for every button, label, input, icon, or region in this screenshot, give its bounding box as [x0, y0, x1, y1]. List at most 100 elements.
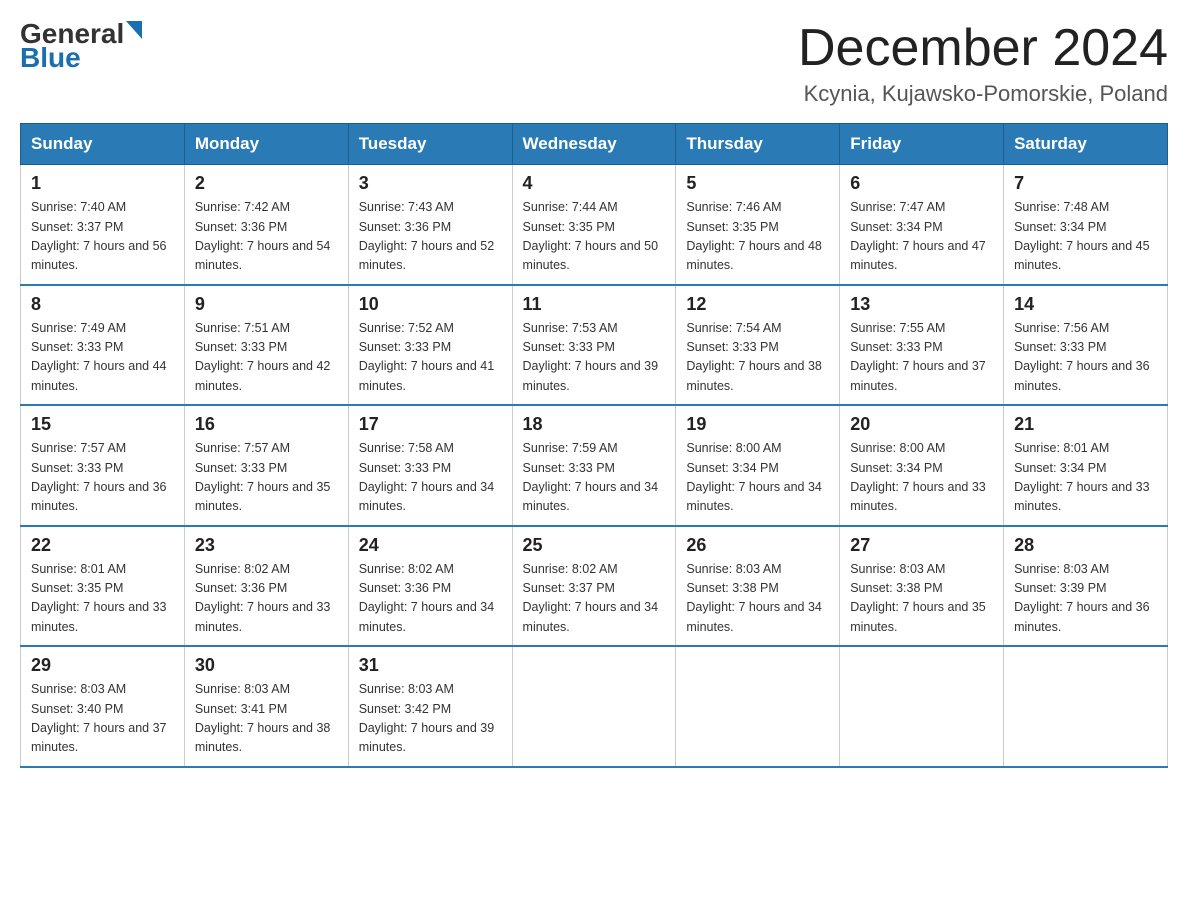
- logo-triangle-icon: [126, 21, 142, 39]
- day-info: Sunrise: 7:51 AMSunset: 3:33 PMDaylight:…: [195, 321, 331, 393]
- day-number: 14: [1014, 294, 1157, 315]
- calendar-cell: 6 Sunrise: 7:47 AMSunset: 3:34 PMDayligh…: [840, 165, 1004, 285]
- day-number: 9: [195, 294, 338, 315]
- day-info: Sunrise: 7:58 AMSunset: 3:33 PMDaylight:…: [359, 441, 495, 513]
- day-number: 1: [31, 173, 174, 194]
- day-info: Sunrise: 8:00 AMSunset: 3:34 PMDaylight:…: [850, 441, 986, 513]
- header-sunday: Sunday: [21, 124, 185, 165]
- day-number: 31: [359, 655, 502, 676]
- calendar-cell: 28 Sunrise: 8:03 AMSunset: 3:39 PMDaylig…: [1004, 526, 1168, 647]
- calendar-cell: 20 Sunrise: 8:00 AMSunset: 3:34 PMDaylig…: [840, 405, 1004, 526]
- day-info: Sunrise: 7:49 AMSunset: 3:33 PMDaylight:…: [31, 321, 167, 393]
- header-monday: Monday: [184, 124, 348, 165]
- day-info: Sunrise: 7:56 AMSunset: 3:33 PMDaylight:…: [1014, 321, 1150, 393]
- calendar-cell: 29 Sunrise: 8:03 AMSunset: 3:40 PMDaylig…: [21, 646, 185, 767]
- day-number: 6: [850, 173, 993, 194]
- day-number: 8: [31, 294, 174, 315]
- calendar-cell: 23 Sunrise: 8:02 AMSunset: 3:36 PMDaylig…: [184, 526, 348, 647]
- day-info: Sunrise: 8:03 AMSunset: 3:40 PMDaylight:…: [31, 682, 167, 754]
- day-info: Sunrise: 8:00 AMSunset: 3:34 PMDaylight:…: [686, 441, 822, 513]
- calendar-title: December 2024: [798, 20, 1168, 77]
- day-info: Sunrise: 7:43 AMSunset: 3:36 PMDaylight:…: [359, 200, 495, 272]
- day-number: 2: [195, 173, 338, 194]
- calendar-cell: 25 Sunrise: 8:02 AMSunset: 3:37 PMDaylig…: [512, 526, 676, 647]
- day-number: 11: [523, 294, 666, 315]
- day-number: 5: [686, 173, 829, 194]
- day-number: 25: [523, 535, 666, 556]
- day-info: Sunrise: 7:54 AMSunset: 3:33 PMDaylight:…: [686, 321, 822, 393]
- day-number: 26: [686, 535, 829, 556]
- day-info: Sunrise: 8:03 AMSunset: 3:38 PMDaylight:…: [686, 562, 822, 634]
- day-info: Sunrise: 8:03 AMSunset: 3:41 PMDaylight:…: [195, 682, 331, 754]
- calendar-cell: 30 Sunrise: 8:03 AMSunset: 3:41 PMDaylig…: [184, 646, 348, 767]
- week-row-2: 8 Sunrise: 7:49 AMSunset: 3:33 PMDayligh…: [21, 285, 1168, 406]
- day-number: 12: [686, 294, 829, 315]
- day-info: Sunrise: 8:02 AMSunset: 3:36 PMDaylight:…: [359, 562, 495, 634]
- day-number: 3: [359, 173, 502, 194]
- calendar-cell: 14 Sunrise: 7:56 AMSunset: 3:33 PMDaylig…: [1004, 285, 1168, 406]
- calendar-cell: 13 Sunrise: 7:55 AMSunset: 3:33 PMDaylig…: [840, 285, 1004, 406]
- calendar-table: SundayMondayTuesdayWednesdayThursdayFrid…: [20, 123, 1168, 768]
- week-row-3: 15 Sunrise: 7:57 AMSunset: 3:33 PMDaylig…: [21, 405, 1168, 526]
- day-info: Sunrise: 7:42 AMSunset: 3:36 PMDaylight:…: [195, 200, 331, 272]
- calendar-cell: 22 Sunrise: 8:01 AMSunset: 3:35 PMDaylig…: [21, 526, 185, 647]
- week-row-4: 22 Sunrise: 8:01 AMSunset: 3:35 PMDaylig…: [21, 526, 1168, 647]
- day-info: Sunrise: 7:57 AMSunset: 3:33 PMDaylight:…: [195, 441, 331, 513]
- day-info: Sunrise: 7:53 AMSunset: 3:33 PMDaylight:…: [523, 321, 659, 393]
- calendar-cell: 10 Sunrise: 7:52 AMSunset: 3:33 PMDaylig…: [348, 285, 512, 406]
- day-info: Sunrise: 7:57 AMSunset: 3:33 PMDaylight:…: [31, 441, 167, 513]
- calendar-cell: 1 Sunrise: 7:40 AMSunset: 3:37 PMDayligh…: [21, 165, 185, 285]
- calendar-cell: 17 Sunrise: 7:58 AMSunset: 3:33 PMDaylig…: [348, 405, 512, 526]
- day-info: Sunrise: 8:02 AMSunset: 3:36 PMDaylight:…: [195, 562, 331, 634]
- calendar-cell: [676, 646, 840, 767]
- day-info: Sunrise: 8:03 AMSunset: 3:42 PMDaylight:…: [359, 682, 495, 754]
- calendar-cell: 19 Sunrise: 8:00 AMSunset: 3:34 PMDaylig…: [676, 405, 840, 526]
- header-friday: Friday: [840, 124, 1004, 165]
- day-number: 19: [686, 414, 829, 435]
- day-number: 10: [359, 294, 502, 315]
- header-row: SundayMondayTuesdayWednesdayThursdayFrid…: [21, 124, 1168, 165]
- day-info: Sunrise: 7:46 AMSunset: 3:35 PMDaylight:…: [686, 200, 822, 272]
- day-number: 27: [850, 535, 993, 556]
- day-info: Sunrise: 7:59 AMSunset: 3:33 PMDaylight:…: [523, 441, 659, 513]
- day-info: Sunrise: 8:01 AMSunset: 3:34 PMDaylight:…: [1014, 441, 1150, 513]
- logo-blue-text: Blue: [20, 44, 81, 72]
- day-number: 22: [31, 535, 174, 556]
- calendar-cell: 27 Sunrise: 8:03 AMSunset: 3:38 PMDaylig…: [840, 526, 1004, 647]
- calendar-cell: 16 Sunrise: 7:57 AMSunset: 3:33 PMDaylig…: [184, 405, 348, 526]
- week-row-5: 29 Sunrise: 8:03 AMSunset: 3:40 PMDaylig…: [21, 646, 1168, 767]
- calendar-cell: 24 Sunrise: 8:02 AMSunset: 3:36 PMDaylig…: [348, 526, 512, 647]
- day-info: Sunrise: 7:40 AMSunset: 3:37 PMDaylight:…: [31, 200, 167, 272]
- header-wednesday: Wednesday: [512, 124, 676, 165]
- day-info: Sunrise: 7:44 AMSunset: 3:35 PMDaylight:…: [523, 200, 659, 272]
- calendar-cell: 9 Sunrise: 7:51 AMSunset: 3:33 PMDayligh…: [184, 285, 348, 406]
- day-info: Sunrise: 7:47 AMSunset: 3:34 PMDaylight:…: [850, 200, 986, 272]
- calendar-cell: 4 Sunrise: 7:44 AMSunset: 3:35 PMDayligh…: [512, 165, 676, 285]
- page-header: General Blue December 2024 Kcynia, Kujaw…: [20, 20, 1168, 107]
- calendar-cell: 15 Sunrise: 7:57 AMSunset: 3:33 PMDaylig…: [21, 405, 185, 526]
- day-number: 7: [1014, 173, 1157, 194]
- day-number: 23: [195, 535, 338, 556]
- logo: General Blue: [20, 20, 142, 72]
- calendar-subtitle: Kcynia, Kujawsko-Pomorskie, Poland: [798, 81, 1168, 107]
- calendar-cell: 21 Sunrise: 8:01 AMSunset: 3:34 PMDaylig…: [1004, 405, 1168, 526]
- calendar-cell: 8 Sunrise: 7:49 AMSunset: 3:33 PMDayligh…: [21, 285, 185, 406]
- calendar-cell: 7 Sunrise: 7:48 AMSunset: 3:34 PMDayligh…: [1004, 165, 1168, 285]
- calendar-cell: [1004, 646, 1168, 767]
- calendar-cell: 5 Sunrise: 7:46 AMSunset: 3:35 PMDayligh…: [676, 165, 840, 285]
- day-number: 20: [850, 414, 993, 435]
- day-info: Sunrise: 8:02 AMSunset: 3:37 PMDaylight:…: [523, 562, 659, 634]
- day-number: 13: [850, 294, 993, 315]
- header-thursday: Thursday: [676, 124, 840, 165]
- day-info: Sunrise: 8:01 AMSunset: 3:35 PMDaylight:…: [31, 562, 167, 634]
- day-number: 16: [195, 414, 338, 435]
- title-section: December 2024 Kcynia, Kujawsko-Pomorskie…: [798, 20, 1168, 107]
- day-number: 29: [31, 655, 174, 676]
- day-info: Sunrise: 8:03 AMSunset: 3:38 PMDaylight:…: [850, 562, 986, 634]
- calendar-cell: [512, 646, 676, 767]
- calendar-cell: 3 Sunrise: 7:43 AMSunset: 3:36 PMDayligh…: [348, 165, 512, 285]
- day-number: 30: [195, 655, 338, 676]
- day-info: Sunrise: 8:03 AMSunset: 3:39 PMDaylight:…: [1014, 562, 1150, 634]
- calendar-cell: [840, 646, 1004, 767]
- day-number: 24: [359, 535, 502, 556]
